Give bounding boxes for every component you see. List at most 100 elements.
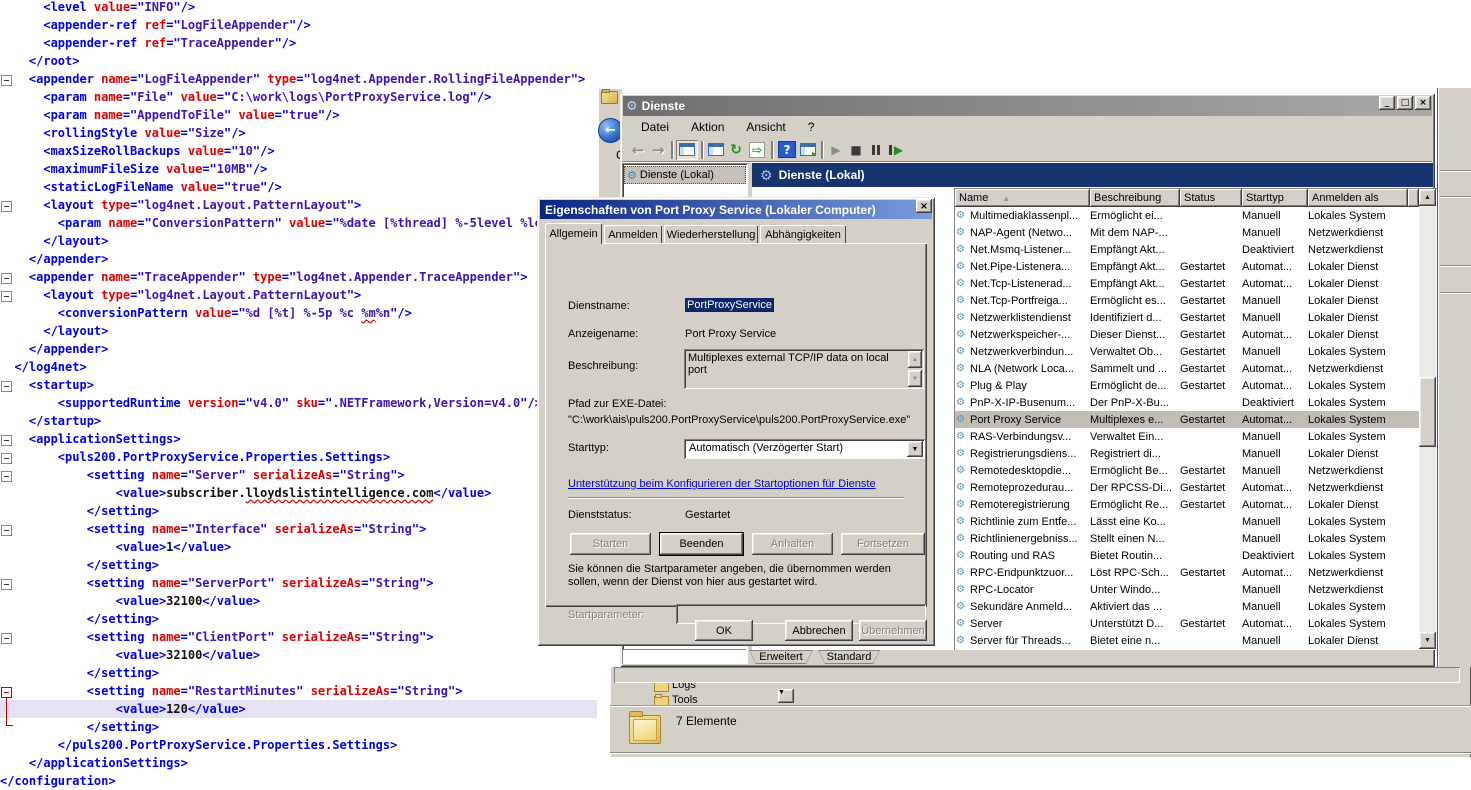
chevron-down-icon[interactable]: ▼	[907, 441, 923, 457]
minimize-button[interactable]: _	[1379, 96, 1395, 110]
menu-datei[interactable]: Datei	[633, 119, 677, 135]
start-service-icon[interactable]: ▶	[826, 140, 846, 160]
tab-allgemein[interactable]: Allgemein	[545, 223, 602, 244]
table-row[interactable]: ⚙Remoteprozedurau...Der RPCSS-Di...Gesta…	[955, 479, 1419, 496]
table-row[interactable]: ⚙Net.Msmq-Listener...Empfängt Akt...Deak…	[955, 241, 1419, 258]
column-header-starttyp[interactable]: Starttyp	[1242, 189, 1308, 207]
starttyp-dropdown[interactable]: Automatisch (Verzögerter Start) ▼	[684, 439, 925, 459]
scroll-up-button[interactable]: ▲	[1419, 189, 1436, 206]
fold-toggle-icon[interactable]	[1, 201, 12, 212]
cell-starttyp: Manuell	[1242, 516, 1308, 528]
cell-anmelden-als: Lokaler Dienst	[1308, 261, 1408, 273]
table-row[interactable]: ⚙Netzwerkverbindun...Verwaltet Ob...Gest…	[955, 343, 1419, 360]
cancel-button[interactable]: Abbrechen	[785, 620, 853, 641]
cell-starttyp: Deaktiviert	[1242, 550, 1308, 562]
table-row[interactable]: ⚙Server für Threads...Bietet eine n...Ma…	[955, 632, 1419, 649]
maximize-button[interactable]: □	[1397, 96, 1413, 110]
menu-aktion[interactable]: Aktion	[683, 119, 732, 135]
close-icon[interactable]: ×	[916, 199, 932, 213]
apply-button[interactable]: Übernehmen	[859, 620, 927, 641]
back-icon[interactable]: ←	[628, 140, 648, 160]
scroll-down-button[interactable]: ▼	[908, 370, 922, 387]
table-row[interactable]: ⚙Net.Tcp-Portfreiga...Ermöglicht es...Ge…	[955, 292, 1419, 309]
scroll-up-button[interactable]: ▲	[908, 351, 922, 368]
table-row[interactable]: ⚙RAS-Verbindungsv...Verwaltet Ein...Manu…	[955, 428, 1419, 445]
table-row[interactable]: ⚙RPC-Endpunktzuor...Löst RPC-Sch...Gesta…	[955, 564, 1419, 581]
table-row[interactable]: ⚙Routing und RASBietet Routin...Deaktivi…	[955, 547, 1419, 564]
cell-starttyp: Automat...	[1242, 567, 1308, 579]
fold-toggle-icon[interactable]	[1, 435, 12, 446]
table-row[interactable]: ⚙Port Proxy ServiceMultiplexes e...Gesta…	[955, 411, 1419, 428]
ok-button[interactable]: OK	[695, 620, 753, 641]
fortsetzen-button[interactable]: Fortsetzen	[841, 533, 925, 555]
fold-toggle-icon[interactable]	[1, 579, 12, 590]
menu-ansicht[interactable]: Ansicht	[738, 119, 793, 135]
beschreibung-textbox[interactable]: Multiplexes external TCP/IP data on loca…	[684, 349, 924, 389]
export-list-icon[interactable]: ⇨	[749, 142, 765, 158]
forward-icon[interactable]: →	[648, 140, 668, 160]
service-icon: ⚙	[955, 295, 970, 306]
fold-toggle-icon[interactable]	[1, 291, 12, 302]
table-row[interactable]: ⚙Net.Tcp-Listenerad...Empfängt Akt...Ges…	[955, 275, 1419, 292]
cell-anmelden-als: Lokales System	[1308, 346, 1408, 358]
tab-standard[interactable]: Standard	[818, 650, 880, 664]
tree-item-dienste-lokal[interactable]: ⚙ Dienste (Lokal)	[624, 166, 746, 184]
table-row[interactable]: ⚙Remotedesktopdie...Ermöglicht Be...Gest…	[955, 462, 1419, 479]
menu-help[interactable]: ?	[800, 119, 823, 135]
table-row[interactable]: ⚙Plug & PlayErmöglicht de...GestartetAut…	[955, 377, 1419, 394]
table-row[interactable]: ⚙RPC-LocatorUnter Windo...ManuellNetzwer…	[955, 581, 1419, 598]
close-button[interactable]: ×	[1415, 96, 1431, 110]
tab-wiederherstellung[interactable]: Wiederherstellung	[664, 225, 758, 244]
cell-anmelden-als: Lokales System	[1308, 380, 1408, 392]
table-row[interactable]: ⚙NLA (Network Loca...Sammelt und ...Gest…	[955, 360, 1419, 377]
fold-toggle-icon[interactable]	[1, 525, 12, 536]
dropdown-button[interactable]: ▼	[778, 689, 794, 703]
table-row[interactable]: ⚙NAP-Agent (Netwo...Mit dem NAP-...Manue…	[955, 224, 1419, 241]
dialog-titlebar[interactable]: Eigenschaften von Port Proxy Service (Lo…	[540, 200, 932, 219]
show-console-tree-icon[interactable]	[676, 140, 698, 160]
table-row[interactable]: ⚙PnP-X-IP-Busenum...Der PnP-X-Bu...Deakt…	[955, 394, 1419, 411]
scrollbar-thumb[interactable]	[1419, 377, 1436, 447]
table-row[interactable]: ⚙NetzwerklistendienstIdentifiziert d...G…	[955, 309, 1419, 326]
table-row[interactable]: ⚙Net.Pipe-Listenera...Empfängt Akt...Ges…	[955, 258, 1419, 275]
cell-starttyp: Manuell	[1242, 227, 1308, 239]
dienstname-value[interactable]: PortProxyService	[685, 298, 774, 312]
fold-toggle-icon[interactable]	[1, 75, 12, 86]
startoptionen-help-link[interactable]: Unterstützung beim Konfigurieren der Sta…	[568, 478, 876, 490]
table-row[interactable]: ⚙Multimediaklassenpl...Ermöglicht ei...M…	[955, 207, 1419, 224]
scroll-down-button[interactable]: ▼	[1419, 632, 1436, 649]
fold-toggle-icon[interactable]	[1, 381, 12, 392]
column-header-status[interactable]: Status	[1180, 189, 1242, 207]
tab-abhängigkeiten[interactable]: Abhängigkeiten	[760, 225, 846, 244]
refresh-icon[interactable]: ↻	[726, 140, 746, 160]
services-titlebar[interactable]: ⚙ Dienste	[623, 96, 1432, 116]
fold-toggle-icon[interactable]	[1, 273, 12, 284]
tab-anmelden[interactable]: Anmelden	[604, 225, 662, 244]
anhalten-button[interactable]: Anhalten	[752, 533, 833, 555]
fold-toggle-icon[interactable]	[1, 471, 12, 482]
table-row[interactable]: ⚙Richtlinienergebniss...Stellt einen N..…	[955, 530, 1419, 547]
properties-icon[interactable]	[706, 140, 726, 160]
beenden-button[interactable]: Beenden	[660, 533, 743, 555]
stop-service-icon[interactable]: ■	[846, 140, 866, 160]
table-row[interactable]: ⚙ServerUnterstützt D...GestartetAutomat.…	[955, 615, 1419, 632]
starten-button[interactable]: Starten	[570, 533, 651, 555]
table-row[interactable]: ⚙Sekundäre Anmeld...Aktiviert das ...Man…	[955, 598, 1419, 615]
beschreibung-label: Beschreibung:	[568, 360, 638, 372]
restart-service-icon[interactable]: ▶	[886, 140, 906, 160]
table-row[interactable]: ⚙Registrierungsdiens...Registriert di...…	[955, 445, 1419, 462]
table-row[interactable]: ⚙Richtlinie zum Entfe...Lässt eine Ko...…	[955, 513, 1419, 530]
column-header-name[interactable]: Name▲	[955, 189, 1090, 207]
fold-toggle-icon[interactable]	[1, 633, 12, 644]
cell-beschreibung: Ermöglicht Re...	[1090, 499, 1180, 511]
pause-service-icon[interactable]	[866, 140, 886, 160]
table-row[interactable]: ⚙Netzwerkspeicher-...Dieser Dienst...Ges…	[955, 326, 1419, 343]
show-description-icon[interactable]: ▸	[798, 140, 818, 160]
help-icon[interactable]: ?	[778, 141, 796, 158]
table-row[interactable]: ⚙RemoteregistrierungErmöglicht Re...Gest…	[955, 496, 1419, 513]
vertical-scrollbar[interactable]: ▲ ▼	[1419, 189, 1436, 649]
column-header-anmelden-als[interactable]: Anmelden als	[1308, 189, 1408, 207]
column-header-beschreibung[interactable]: Beschreibung	[1090, 189, 1180, 207]
tab-erweitert[interactable]: Erweitert	[749, 650, 813, 664]
fold-toggle-icon[interactable]	[1, 453, 12, 464]
